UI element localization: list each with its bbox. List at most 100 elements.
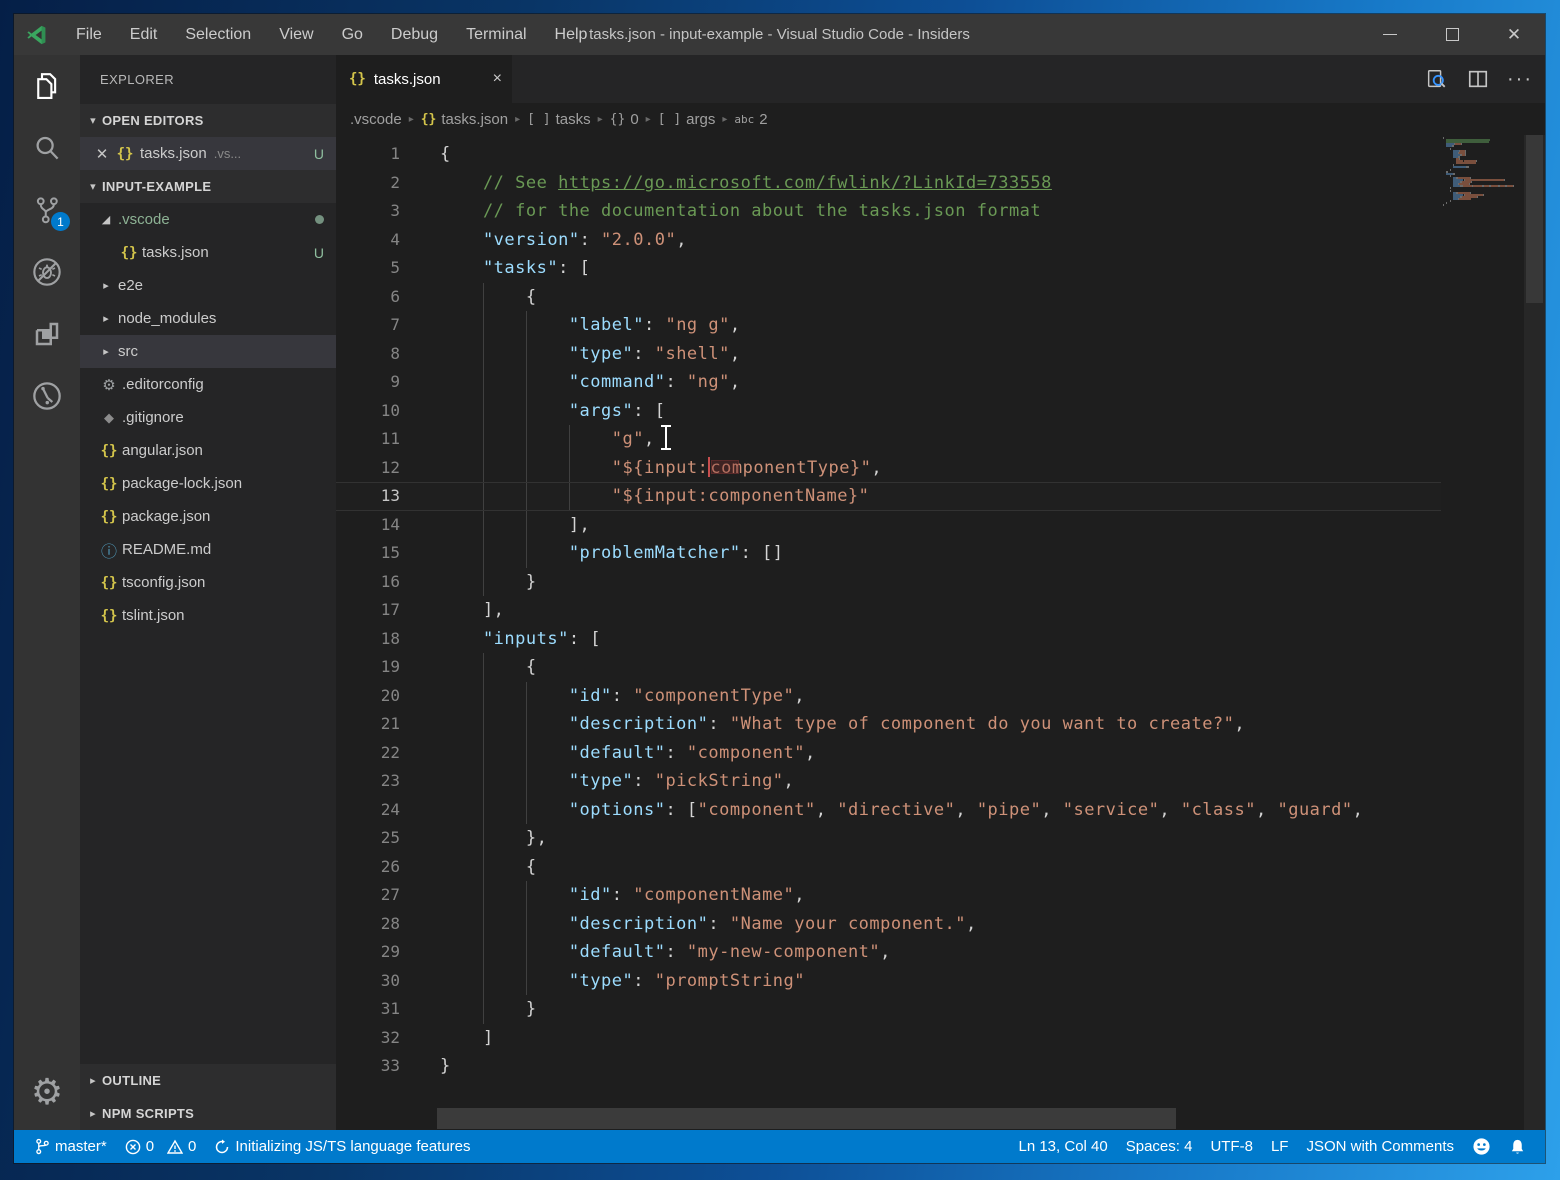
close-tab-icon[interactable]: × [493,70,502,88]
line-number[interactable]: 28 [336,910,400,939]
code-line-18[interactable]: 18 "inputs": [ [336,625,1441,654]
code-line-29[interactable]: 29 "default": "my-new-component", [336,938,1441,967]
code-line-7[interactable]: 7 "label": "ng g", [336,311,1441,340]
code-line-14[interactable]: 14 ], [336,511,1441,540]
close-icon[interactable]: ✕ [90,145,114,163]
extensions-icon[interactable] [14,303,80,365]
code-line-26[interactable]: 26 { [336,853,1441,882]
line-number[interactable]: 20 [336,682,400,711]
menu-view[interactable]: View [265,14,327,55]
code-line-5[interactable]: 5 "tasks": [ [336,254,1441,283]
line-number[interactable]: 10 [336,397,400,426]
breadcrumb-item-args[interactable]: [ ]args [658,111,716,128]
close-button[interactable]: ✕ [1483,14,1545,55]
line-number[interactable]: 24 [336,796,400,825]
line-number[interactable]: 7 [336,311,400,340]
breadcrumb-item-0[interactable]: {}0 [610,111,639,128]
tree-item-.gitignore[interactable]: ◆.gitignore [80,401,336,434]
tree-item-.vscode[interactable]: ◢.vscode [80,203,336,236]
line-number[interactable]: 1 [336,140,400,169]
line-number[interactable]: 33 [336,1052,400,1081]
line-number[interactable]: 19 [336,653,400,682]
breadcrumb-item-tasks[interactable]: [ ]tasks [527,111,591,128]
line-number[interactable]: 11 [336,425,400,454]
debug-icon[interactable] [14,241,80,303]
minimize-button[interactable] [1359,14,1421,55]
line-number[interactable]: 18 [336,625,400,654]
maximize-button[interactable] [1421,14,1483,55]
breadcrumb-item-tasksjson[interactable]: {}tasks.json [421,111,508,128]
problems-indicator[interactable]: 00 [116,1130,206,1163]
status-ln-13-col-40[interactable]: Ln 13, Col 40 [1009,1130,1116,1163]
line-number[interactable]: 4 [336,226,400,255]
status-sync[interactable]: Initializing JS/TS language features [205,1130,479,1163]
code-line-30[interactable]: 30 "type": "promptString" [336,967,1441,996]
code-line-10[interactable]: 10 "args": [ [336,397,1441,426]
line-number[interactable]: 12 [336,454,400,483]
section-npm-scripts[interactable]: ▸NPM SCRIPTS [80,1097,336,1130]
tree-item-src[interactable]: ▸src [80,335,336,368]
menu-go[interactable]: Go [328,14,377,55]
tree-item-tasks.json[interactable]: {}tasks.jsonU [80,236,336,269]
code-line-27[interactable]: 27 "id": "componentName", [336,881,1441,910]
tree-item-.editorconfig[interactable]: ⚙.editorconfig [80,368,336,401]
line-number[interactable]: 25 [336,824,400,853]
status-lf[interactable]: LF [1262,1130,1298,1163]
feedback-smiley-icon[interactable] [1463,1130,1500,1163]
code-line-8[interactable]: 8 "type": "shell", [336,340,1441,369]
code-line-9[interactable]: 9 "command": "ng", [336,368,1441,397]
code-line-21[interactable]: 21 "description": "What type of componen… [336,710,1441,739]
menu-edit[interactable]: Edit [116,14,172,55]
tree-item-e2e[interactable]: ▸e2e [80,269,336,302]
tree-item-package.json[interactable]: {}package.json [80,500,336,533]
code-line-31[interactable]: 31 } [336,995,1441,1024]
line-number[interactable]: 26 [336,853,400,882]
line-number[interactable]: 22 [336,739,400,768]
code-line-25[interactable]: 25 }, [336,824,1441,853]
horizontal-scrollbar[interactable] [437,1108,1176,1129]
open-editor-item-tasks.json[interactable]: ✕{}tasks.json.vs...U [80,137,336,170]
code-line-6[interactable]: 6 { [336,283,1441,312]
split-editor-icon[interactable] [1461,62,1495,96]
code-line-16[interactable]: 16 } [336,568,1441,597]
code-line-3[interactable]: 3 // for the documentation about the tas… [336,197,1441,226]
status-branch[interactable]: master* [26,1130,116,1163]
menu-debug[interactable]: Debug [377,14,452,55]
bell-icon[interactable] [1500,1130,1535,1163]
open-editors-header[interactable]: ▾ OPEN EDITORS [80,104,336,137]
line-number[interactable]: 5 [336,254,400,283]
line-number[interactable]: 14 [336,511,400,540]
menu-terminal[interactable]: Terminal [452,14,540,55]
code-line-15[interactable]: 15 "problemMatcher": [] [336,539,1441,568]
breadcrumb-item-2[interactable]: abc2 [734,111,767,128]
line-number[interactable]: 21 [336,710,400,739]
code-line-17[interactable]: 17 ], [336,596,1441,625]
code-line-24[interactable]: 24 "options": ["component", "directive",… [336,796,1441,825]
breadcrumb-item-vscode[interactable]: .vscode [350,111,402,128]
search-icon[interactable] [14,117,80,179]
line-number[interactable]: 13 [336,483,400,510]
vertical-scrollbar[interactable] [1524,135,1545,1130]
line-number[interactable]: 2 [336,169,400,198]
line-number[interactable]: 17 [336,596,400,625]
code-line-32[interactable]: 32 ] [336,1024,1441,1053]
minimap[interactable] [1441,137,1524,1130]
tree-item-angular.json[interactable]: {}angular.json [80,434,336,467]
source-control-icon[interactable]: 1 [14,179,80,241]
line-number[interactable]: 8 [336,340,400,369]
code-editor[interactable]: 1{2 // See https://go.microsoft.com/fwli… [336,135,1545,1130]
find-in-file-icon[interactable] [1419,62,1453,96]
line-number[interactable]: 9 [336,368,400,397]
line-number[interactable]: 32 [336,1024,400,1053]
line-number[interactable]: 6 [336,283,400,312]
line-number[interactable]: 31 [336,995,400,1024]
code-line-13[interactable]: 13 "${input:componentName}" [336,482,1441,511]
code-line-23[interactable]: 23 "type": "pickString", [336,767,1441,796]
code-line-2[interactable]: 2 // See https://go.microsoft.com/fwlink… [336,169,1441,198]
code-line-4[interactable]: 4 "version": "2.0.0", [336,226,1441,255]
line-number[interactable]: 15 [336,539,400,568]
menu-file[interactable]: File [62,14,116,55]
line-number[interactable]: 3 [336,197,400,226]
tab-tasks-json[interactable]: {} tasks.json × [336,55,512,103]
line-number[interactable]: 29 [336,938,400,967]
